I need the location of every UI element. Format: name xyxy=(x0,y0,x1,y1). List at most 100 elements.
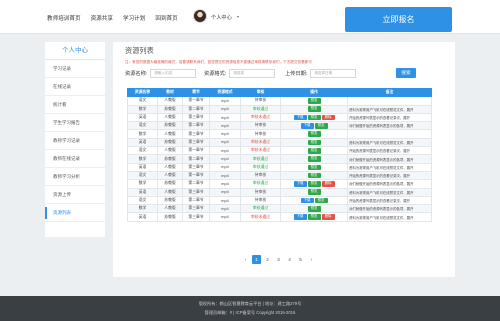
preview-button[interactable]: 预览 xyxy=(307,181,321,187)
table-row: 数学 人教版 第三章节 mp4 审核通过 预览 对们就做开始的资源列表显示的各项，展开 xyxy=(127,204,432,214)
preview-button[interactable]: 预览 xyxy=(307,98,321,104)
cell-format: mp4 xyxy=(209,170,241,181)
page-number[interactable]: 2 xyxy=(263,255,272,264)
cell-status: 审核未通过 xyxy=(240,212,281,222)
page-number[interactable]: 1 xyxy=(252,255,261,264)
cell-actions: 预览 xyxy=(280,187,348,197)
table-row: 数学 苏教版 第二章节 mp4 审核通过 预览 对们就做开始的资源列表显示的各项，展开 xyxy=(127,154,432,164)
upload-date-input[interactable]: 请选择日期 xyxy=(310,69,357,78)
cell-chapter: 第三章节 xyxy=(182,187,210,197)
resource-table: 资源名称 教材 章节 资源格式 审核 操作 备注 语文 人教版 第一章节 mp4 待审核… xyxy=(127,87,432,222)
table-row: 英语 人教版 第三章节 mp4 待审核 预览 资料为常规用户飞机可在线预览文件，展开 xyxy=(127,187,432,197)
next-page-icon[interactable]: › xyxy=(307,255,316,264)
preview-button[interactable]: 预览 xyxy=(314,123,328,129)
filter-date-label: 上传日期: xyxy=(285,71,308,77)
col-header-actions: 操作 xyxy=(280,87,348,98)
cell-format: mp4 xyxy=(209,187,241,197)
cell-note: 开始的资源列表显示的查看记录次，展开 xyxy=(347,195,432,206)
sidebar-item[interactable]: 教师学习分析 xyxy=(45,168,105,186)
sidebar-menu: 学习记录 在线记录 统计看 学生学习报告 教师学习记录 教师在线记录 教师学习分析 资源上传资… xyxy=(45,60,105,222)
page-number[interactable]: 3 xyxy=(274,255,283,264)
preview-button[interactable]: 预览 xyxy=(307,164,321,171)
cell-book: 苏教版 xyxy=(157,104,183,114)
delete-button[interactable]: 删除 xyxy=(321,114,335,121)
cell-format: mp4 xyxy=(209,204,241,214)
cell-note: 对们就做开始的资源列表显示的各项，展开 xyxy=(347,179,432,189)
download-button[interactable]: 下载 xyxy=(300,123,314,129)
cell-book: 苏教版 xyxy=(157,137,183,148)
cell-status: 审核通过 xyxy=(240,179,281,189)
table-row: 英语 人教版 第三章节 mp4 审核通过 预览 资料为常规用户飞机可在线预览文件，展开 xyxy=(127,162,432,172)
filter-date-group: 上传日期: 请选择日期 xyxy=(285,69,357,78)
cell-name: 数学 xyxy=(127,204,158,214)
cell-note: 资料为常规用户飞机可在线预览文件，展开 xyxy=(347,212,432,222)
cell-name: 语文 xyxy=(127,195,158,206)
preview-button[interactable]: 预览 xyxy=(307,189,321,195)
nav-item-training-home[interactable]: 教师培训首页 xyxy=(47,14,81,22)
nav-item-back-home[interactable]: 回到首页 xyxy=(155,14,177,22)
page-number[interactable]: 4 xyxy=(285,255,294,264)
cell-book: 人教版 xyxy=(157,96,183,106)
cell-chapter: 第一章节 xyxy=(182,96,210,106)
preview-button[interactable]: 预览 xyxy=(307,147,321,154)
cell-format: mp4 xyxy=(209,129,241,139)
sidebar-item[interactable]: 资源列表 xyxy=(45,204,105,222)
download-button[interactable]: 下载 xyxy=(293,181,307,187)
cell-format: mp4 xyxy=(209,121,241,131)
prev-page-icon[interactable]: ‹ xyxy=(241,255,250,264)
cell-book: 苏教版 xyxy=(157,179,183,189)
sidebar-item[interactable]: 学习记录 xyxy=(45,60,105,78)
chevron-down-icon[interactable] xyxy=(237,16,239,18)
sidebar-item[interactable]: 教师在线记录 xyxy=(45,150,105,168)
preview-button[interactable]: 预览 xyxy=(307,131,321,137)
preview-button[interactable]: 预览 xyxy=(307,114,321,121)
footer-line-2: 管理员邮箱：# | ICP备案号 Copyright 2015-2016 xyxy=(204,310,296,315)
preview-button[interactable]: 预览 xyxy=(307,156,321,162)
preview-button[interactable]: 预览 xyxy=(314,197,328,204)
format-select[interactable]: 请选择 xyxy=(229,69,276,78)
delete-button[interactable]: 删除 xyxy=(321,214,335,220)
sidebar-item[interactable]: 统计看 xyxy=(45,96,105,114)
preview-button[interactable]: 预览 xyxy=(307,106,321,113)
nav-item-study-plan[interactable]: 学习计划 xyxy=(123,14,145,22)
cell-actions: 下载 预览 删除 xyxy=(280,179,348,189)
delete-button[interactable]: 删除 xyxy=(321,181,335,187)
preview-button[interactable]: 预览 xyxy=(307,172,321,179)
cell-name: 数学 xyxy=(127,179,158,189)
signup-button[interactable]: 立即报名 xyxy=(345,7,452,32)
preview-button[interactable]: 预览 xyxy=(307,139,321,146)
cell-name: 英语 xyxy=(127,187,158,197)
nav-item-resource-share[interactable]: 资源共享 xyxy=(91,14,113,22)
table-row: 数学 苏教版 第二章节 mp4 审核通过 预览 资料为常规用户飞机可在线预览文件，展开 xyxy=(127,104,432,114)
resource-name-input[interactable]: 请输入内容 xyxy=(150,69,197,78)
cell-name: 语文 xyxy=(127,170,158,181)
download-button[interactable]: 下载 xyxy=(293,214,307,220)
download-button[interactable]: 下载 xyxy=(300,197,314,204)
cell-format: mp4 xyxy=(209,179,241,189)
download-button[interactable]: 下载 xyxy=(293,114,307,121)
sidebar: 个人中心 学习记录 在线记录 统计看 学生学习报告 教师学习记录 教师在线记录 教师学习分析… xyxy=(45,42,105,237)
table-row: 英语 苏教版 第三章节 mp4 审核未通过 预览 资料为常规用户飞机可在线预览文件，展开 xyxy=(127,137,432,148)
sidebar-title: 个人中心 xyxy=(45,42,105,60)
cell-format: mp4 xyxy=(209,104,241,114)
avatar[interactable] xyxy=(193,9,207,23)
preview-button[interactable]: 预览 xyxy=(307,214,321,220)
cell-book: 人教版 xyxy=(157,162,183,172)
page-number[interactable]: 5 xyxy=(296,255,305,264)
cell-name: 英语 xyxy=(127,137,158,148)
col-header-book: 教材 xyxy=(157,87,183,98)
sidebar-item[interactable]: 学生学习报告 xyxy=(45,114,105,132)
cell-status: 待审核 xyxy=(240,121,281,131)
sidebar-item[interactable]: 在线记录 xyxy=(45,78,105,96)
cell-book: 人教版 xyxy=(157,112,183,123)
preview-button[interactable]: 预览 xyxy=(307,206,321,212)
cell-chapter: 第三章节 xyxy=(182,162,210,172)
cell-status: 待审核 xyxy=(240,170,281,181)
sidebar-item[interactable]: 教师学习记录 xyxy=(45,132,105,150)
notice-text: 注：有您的数据为最准确的格式，若要请联系我们，如您提交的资源信息不能通过审核请联… xyxy=(125,60,312,64)
user-menu-label[interactable]: 个人中心 xyxy=(211,14,232,21)
sidebar-item[interactable]: 资源上传 xyxy=(45,186,105,204)
search-button[interactable]: 搜索 xyxy=(396,68,416,78)
cell-chapter: 第二章节 xyxy=(182,104,210,114)
table-row: 数学 人教版 第三章节 mp4 待审核 预览 xyxy=(127,129,432,139)
